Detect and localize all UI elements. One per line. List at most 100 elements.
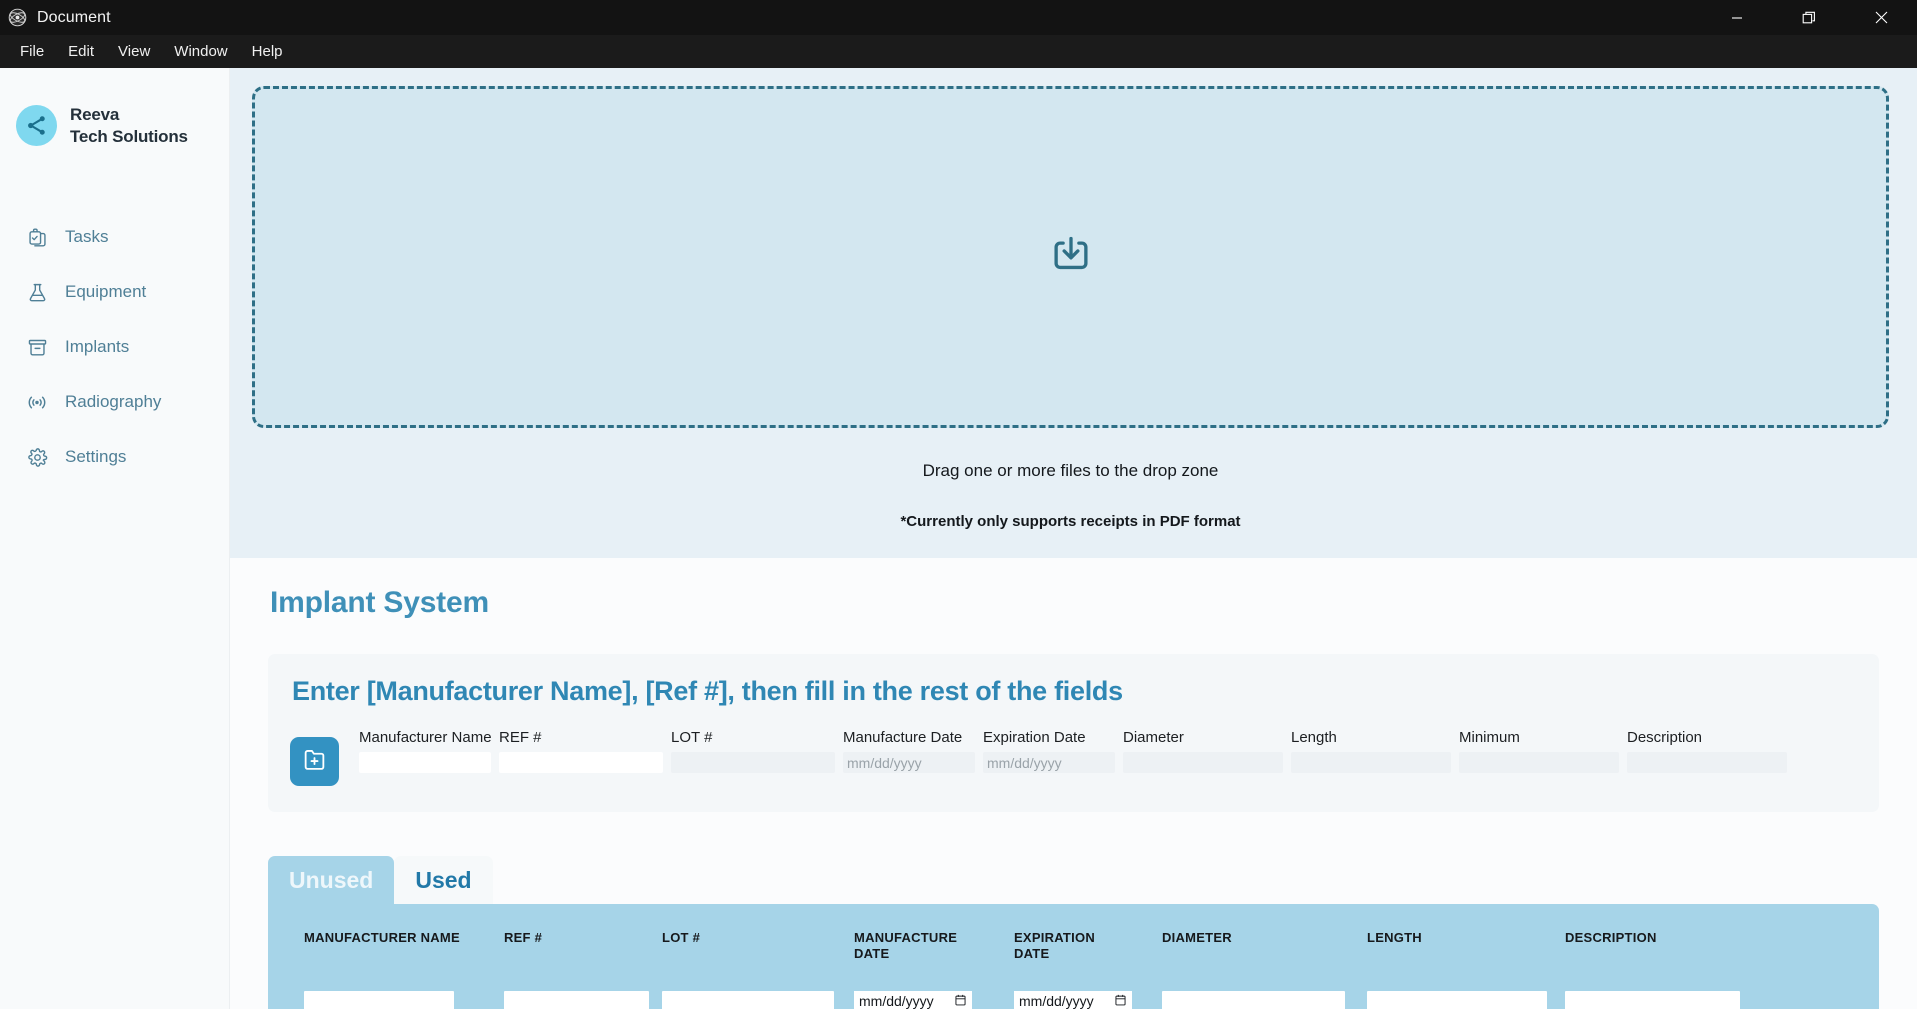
table-header-row: MANUFACTURER NAME REF # LOT # MANUFACTUR…	[268, 930, 1879, 963]
cell-diameter	[1162, 990, 1367, 1009]
implant-tabs: Unused Used	[268, 856, 1917, 904]
calendar-icon[interactable]	[1115, 994, 1126, 1008]
implant-entry-row: Manufacturer Name REF # LOT # Manufactur…	[268, 707, 1879, 786]
sidebar-item-label: Implants	[65, 337, 130, 356]
table-row: mm/dd/yyyy mm/dd/yyyy	[268, 990, 1879, 1009]
manufacturer-name-input[interactable]	[359, 752, 491, 773]
sidebar: Reeva Tech Solutions Tasks Equipment Imp…	[0, 68, 230, 1009]
column-header-ref: REF #	[504, 930, 543, 945]
brand[interactable]: Reeva Tech Solutions	[0, 104, 229, 148]
menu-item-edit[interactable]: Edit	[56, 38, 106, 65]
column-header-description: DESCRIPTION	[1565, 930, 1657, 945]
sidebar-item-label: Settings	[65, 447, 127, 466]
sidebar-item-label: Equipment	[65, 282, 147, 301]
drop-zone-hint: Drag one or more files to the drop zone	[922, 461, 1219, 480]
diameter-input[interactable]	[1123, 752, 1283, 773]
field-label: Diameter	[1123, 729, 1184, 746]
window-controls	[1701, 0, 1917, 35]
field-label: Manufacture Date	[843, 729, 963, 746]
menu-item-window[interactable]: Window	[162, 38, 239, 65]
sidebar-item-equipment[interactable]: Equipment	[0, 265, 229, 320]
menu-item-view[interactable]: View	[106, 38, 162, 65]
menu-item-file[interactable]: File	[8, 38, 56, 65]
field-lot: LOT #	[671, 729, 843, 773]
row-description-input[interactable]	[1565, 990, 1740, 1009]
box-archive-icon	[26, 336, 48, 358]
cell-length	[1367, 990, 1565, 1009]
row-diameter-input[interactable]	[1162, 990, 1345, 1009]
signal-waves-icon	[26, 391, 48, 413]
sidebar-item-radiography[interactable]: Radiography	[0, 375, 229, 430]
folder-plus-icon	[302, 747, 327, 777]
minimize-icon[interactable]	[1701, 0, 1773, 35]
field-manufacturer-name: Manufacturer Name	[359, 729, 499, 773]
field-description: Description	[1627, 729, 1795, 773]
upload-panel: Drag one or more files to the drop zone …	[230, 68, 1917, 558]
field-label: Length	[1291, 729, 1337, 746]
manufacture-date-input[interactable]: mm/dd/yyyy	[843, 752, 975, 773]
column-header-diameter: DIAMETER	[1162, 930, 1232, 945]
calendar-icon[interactable]	[955, 994, 966, 1008]
row-manufacturer-name-input[interactable]	[304, 990, 454, 1009]
cell-manufacturer-name	[304, 990, 504, 1009]
lot-input[interactable]	[671, 752, 835, 773]
row-expiration-date-group[interactable]: mm/dd/yyyy mm/dd/yyy	[1014, 990, 1132, 1009]
file-drop-zone[interactable]	[252, 86, 1889, 428]
app-logo-icon	[7, 8, 27, 28]
field-ref: REF #	[499, 729, 671, 773]
brand-name: Reeva Tech Solutions	[70, 104, 188, 148]
add-implant-button[interactable]	[290, 737, 339, 786]
row-ref-input[interactable]	[504, 990, 649, 1009]
column-header-manufacturer-name: MANUFACTURER NAME	[304, 930, 460, 945]
tab-unused[interactable]: Unused	[268, 856, 395, 904]
entry-instructions: Enter [Manufacturer Name], [Ref #], then…	[292, 676, 1123, 706]
field-label: Description	[1627, 729, 1703, 746]
field-label: REF #	[499, 729, 542, 746]
brand-name-line2: Tech Solutions	[70, 126, 188, 146]
row-lot-input[interactable]	[662, 990, 834, 1009]
field-label: Manufacturer Name	[359, 729, 492, 746]
row-length-input[interactable]	[1367, 990, 1547, 1009]
sidebar-item-implants[interactable]: Implants	[0, 320, 229, 375]
column-header-length: LENGTH	[1367, 930, 1422, 945]
column-header-manufacture-date: MANUFACTURE DATE	[854, 930, 958, 962]
share-nodes-icon	[16, 105, 57, 147]
field-minimum: Minimum	[1459, 729, 1627, 773]
field-manufacture-date: Manufacture Date mm/dd/yyyy	[843, 729, 983, 773]
field-label: LOT #	[671, 729, 713, 746]
download-box-icon	[1050, 234, 1092, 281]
cell-manufacture-date: mm/dd/yyyy mm/dd/yyy	[854, 990, 1014, 1009]
implants-table: MANUFACTURER NAME REF # LOT # MANUFACTUR…	[268, 904, 1879, 1009]
sidebar-item-settings[interactable]: Settings	[0, 430, 229, 485]
length-input[interactable]	[1291, 752, 1451, 773]
cell-expiration-date: mm/dd/yyyy mm/dd/yyy	[1014, 990, 1162, 1009]
date-placeholder: mm/dd/yyyy	[859, 993, 934, 1009]
tab-used[interactable]: Used	[394, 856, 493, 904]
row-expiration-date-input-1[interactable]: mm/dd/yyyy	[1014, 991, 1132, 1009]
sidebar-item-tasks[interactable]: Tasks	[0, 210, 229, 265]
menu-item-help[interactable]: Help	[240, 38, 295, 65]
brand-name-line1: Reeva	[70, 105, 120, 124]
column-header-expiration-date: EXPIRATION DATE	[1014, 930, 1095, 962]
field-expiration-date: Expiration Date mm/dd/yyyy	[983, 729, 1123, 773]
maximize-icon[interactable]	[1773, 0, 1845, 35]
clipboard-check-icon	[26, 226, 48, 248]
minimum-input[interactable]	[1459, 752, 1619, 773]
field-label: Expiration Date	[983, 729, 1086, 746]
drop-zone-note: *Currently only supports receipts in PDF…	[900, 513, 1241, 530]
title-bar: Document	[0, 0, 1917, 35]
description-input[interactable]	[1627, 752, 1787, 773]
ref-input[interactable]	[499, 752, 663, 773]
close-icon[interactable]	[1845, 0, 1917, 35]
field-label: Minimum	[1459, 729, 1520, 746]
row-manufacture-date-input-1[interactable]: mm/dd/yyyy	[854, 991, 972, 1009]
flask-icon	[26, 281, 48, 303]
date-placeholder: mm/dd/yyyy	[1019, 993, 1094, 1009]
menu-bar: File Edit View Window Help	[0, 35, 1917, 68]
row-manufacture-date-group[interactable]: mm/dd/yyyy mm/dd/yyy	[854, 990, 972, 1009]
cell-lot	[662, 990, 854, 1009]
expiration-date-input[interactable]: mm/dd/yyyy	[983, 752, 1115, 773]
implant-entry-card: Enter [Manufacturer Name], [Ref #], then…	[268, 654, 1879, 812]
field-length: Length	[1291, 729, 1459, 773]
column-header-lot: LOT #	[662, 930, 701, 945]
